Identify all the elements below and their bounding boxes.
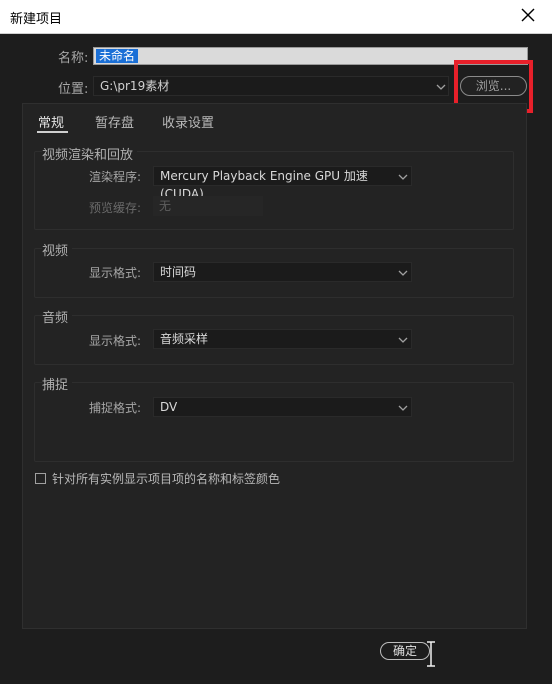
chevron-down-icon [398,405,408,411]
audio-display-format-value: 音频采样 [160,332,209,346]
chevron-down-icon [398,337,408,343]
renderer-label: 渲染程序: [89,170,142,184]
chevron-down-icon [398,270,408,276]
render-group-title: 视频渲染和回放 [42,144,138,163]
audio-display-format-dropdown[interactable]: 音频采样 [153,329,412,349]
chevron-down-icon [436,84,446,90]
capture-format-value: DV [160,400,178,414]
video-display-format-value: 时间码 [160,265,197,279]
capture-group [34,382,514,462]
preview-cache-label: 预览缓存: [89,201,142,215]
video-display-format-dropdown[interactable]: 时间码 [153,262,412,282]
capture-group-title: 捕捉 [42,374,73,393]
capture-format-label: 捕捉格式: [89,401,142,415]
renderer-dropdown[interactable]: Mercury Playback Engine GPU 加速 (CUDA) [153,166,412,201]
show-names-colors-label: 针对所有实例显示项目项的名称和标签颜色 [52,472,281,486]
window-titlebar: 新建项目 [0,0,552,34]
browse-button[interactable]: 浏览... [460,76,527,96]
tab-ingest-settings[interactable]: 收录设置 [162,112,214,131]
preview-cache-value: 无 [159,199,172,213]
audio-display-format-label: 显示格式: [89,334,142,348]
location-value: G:\pr19素材 [100,79,170,93]
audio-group-title: 音频 [42,307,73,326]
tab-scratch-disks[interactable]: 暂存盘 [95,112,134,131]
active-tab-indicator [37,131,68,133]
location-select[interactable]: G:\pr19素材 [93,76,449,96]
project-name-value: 未命名 [96,49,139,63]
name-label: 名称: [58,51,89,66]
video-group-title: 视频 [42,240,73,259]
location-label: 位置: [58,82,89,97]
window-title: 新建项目 [10,12,63,27]
video-display-format-label: 显示格式: [89,266,142,280]
capture-format-dropdown[interactable]: DV [153,397,412,417]
preview-cache-field: 无 [153,196,263,216]
show-names-colors-checkbox[interactable] [35,473,46,484]
chevron-down-icon [398,174,408,180]
close-icon[interactable] [518,5,538,25]
tab-general[interactable]: 常规 [38,112,64,131]
text-cursor-icon [427,641,435,667]
ok-button[interactable]: 确定 [380,642,430,660]
